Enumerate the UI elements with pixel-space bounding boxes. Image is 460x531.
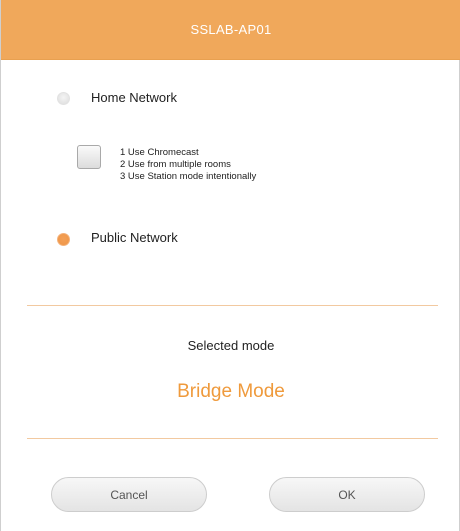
divider-bottom: [27, 438, 438, 439]
condition-item: 2 Use from multiple rooms: [120, 159, 231, 170]
dialog-title: SSLAB-AP01: [190, 22, 272, 37]
use-conditions-checkbox[interactable]: [77, 145, 101, 169]
network-mode-dialog: SSLAB-AP01 Home Network 1 Use Chromecast…: [0, 0, 460, 531]
home-network-radio[interactable]: [57, 92, 70, 105]
condition-item: 1 Use Chromecast: [120, 147, 199, 158]
divider-top: [27, 305, 438, 306]
conditions-list: 1 Use Chromecast 2 Use from multiple roo…: [120, 147, 256, 183]
title-bar: SSLAB-AP01: [1, 0, 460, 60]
condition-item: 3 Use Station mode intentionally: [120, 171, 257, 182]
selected-mode-label: Selected mode: [187, 338, 275, 353]
ok-button[interactable]: OK: [269, 477, 425, 512]
cancel-button[interactable]: Cancel: [51, 477, 207, 512]
selected-mode-value: Bridge Mode: [177, 381, 285, 402]
public-network-label[interactable]: Public Network: [91, 230, 178, 245]
home-network-label[interactable]: Home Network: [91, 90, 177, 105]
public-network-radio[interactable]: [57, 233, 70, 246]
